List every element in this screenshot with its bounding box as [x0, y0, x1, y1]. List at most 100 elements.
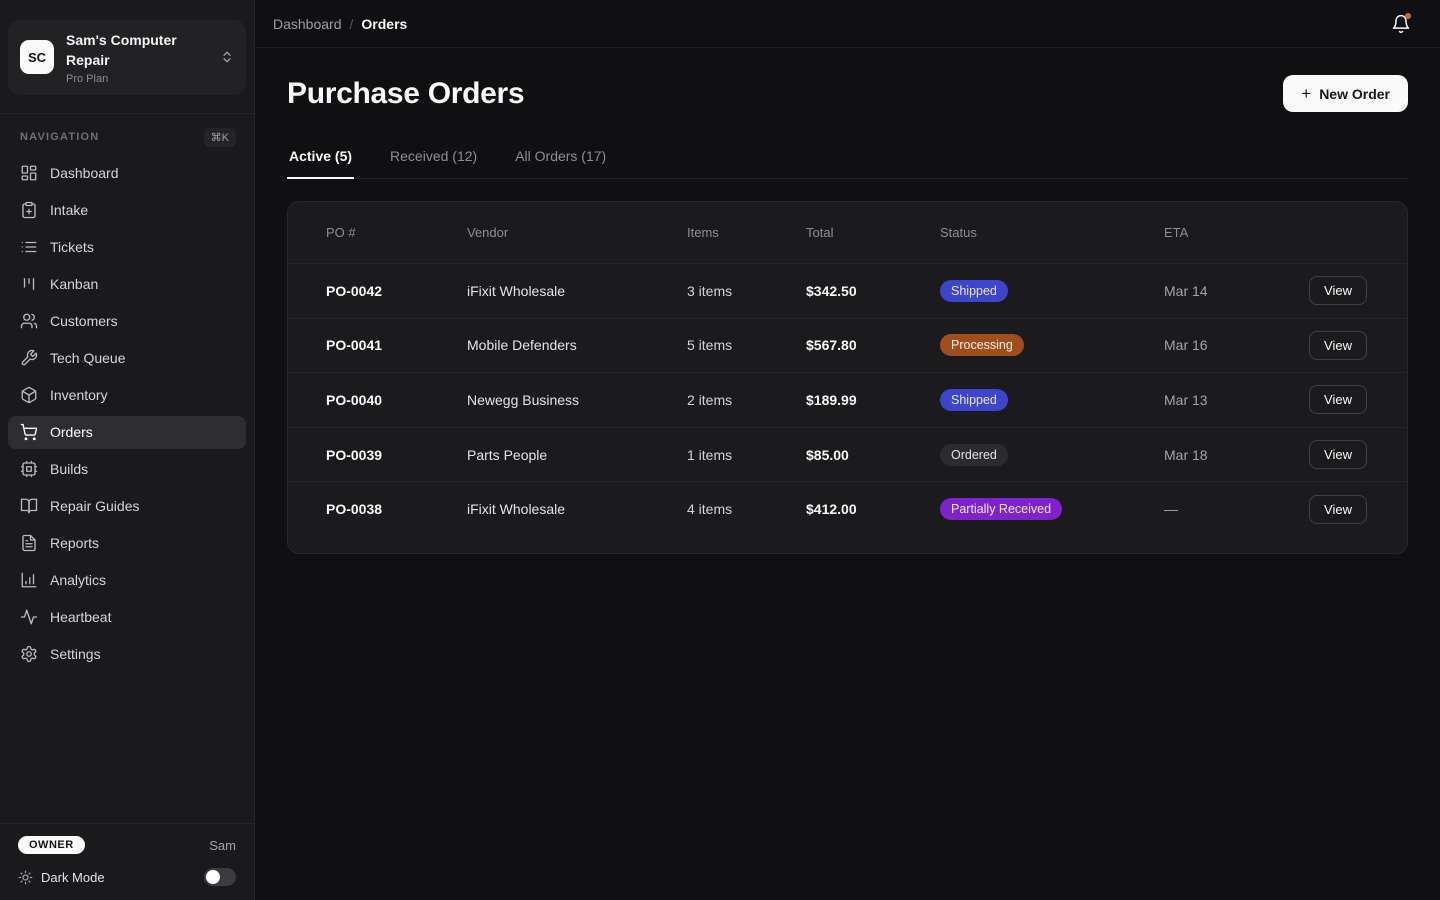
sidebar-item-label: Analytics — [50, 572, 106, 588]
status-badge: Processing — [940, 334, 1024, 356]
po-number: PO-0042 — [326, 283, 467, 299]
user-name: Sam — [209, 838, 236, 853]
notification-dot — [1405, 13, 1411, 19]
sidebar: SC Sam's Computer Repair Pro Plan NAVIGA… — [0, 0, 255, 900]
sidebar-item-label: Intake — [50, 202, 88, 218]
sidebar-item-label: Tech Queue — [50, 350, 126, 366]
breadcrumb-separator: / — [350, 16, 354, 32]
col-header-total: Total — [806, 225, 940, 240]
total: $342.50 — [806, 283, 940, 299]
view-button[interactable]: View — [1309, 440, 1367, 469]
sidebar-item-label: Kanban — [50, 276, 98, 292]
bar-chart-icon — [20, 571, 38, 589]
vendor: Mobile Defenders — [467, 337, 687, 353]
cart-icon — [20, 423, 38, 441]
view-button[interactable]: View — [1309, 331, 1367, 360]
dark-mode-toggle[interactable] — [204, 868, 236, 886]
workspace-name: Sam's Computer Repair — [66, 30, 208, 71]
sidebar-item-analytics[interactable]: Analytics — [8, 564, 246, 597]
items-count: 5 items — [687, 337, 806, 353]
cpu-icon — [20, 460, 38, 478]
sidebar-item-intake[interactable]: Intake — [8, 194, 246, 227]
vendor: iFixit Wholesale — [467, 501, 687, 517]
eta: Mar 18 — [1164, 447, 1278, 463]
file-text-icon — [20, 534, 38, 552]
sidebar-item-label: Tickets — [50, 239, 94, 255]
workspace-switcher[interactable]: SC Sam's Computer Repair Pro Plan — [8, 20, 246, 95]
view-button[interactable]: View — [1309, 495, 1367, 524]
gear-icon — [20, 645, 38, 663]
po-number: PO-0041 — [326, 337, 467, 353]
vendor: Newegg Business — [467, 392, 687, 408]
col-header-vendor: Vendor — [467, 225, 687, 240]
status-badge: Partially Received — [940, 498, 1062, 520]
sidebar-item-inventory[interactable]: Inventory — [8, 379, 246, 412]
role-badge: OWNER — [18, 836, 85, 854]
breadcrumb-dashboard[interactable]: Dashboard — [273, 16, 342, 32]
eta: Mar 16 — [1164, 337, 1278, 353]
clipboard-plus-icon — [20, 201, 38, 219]
sidebar-item-repair-guides[interactable]: Repair Guides — [8, 490, 246, 523]
table-row: PO-0038 iFixit Wholesale 4 items $412.00… — [288, 481, 1407, 536]
purchase-orders-table: PO # Vendor Items Total Status ETA PO-00… — [287, 201, 1408, 554]
package-icon — [20, 386, 38, 404]
sidebar-item-label: Settings — [50, 646, 101, 662]
items-count: 2 items — [687, 392, 806, 408]
table-bottom-padding — [288, 536, 1407, 553]
items-count: 3 items — [687, 283, 806, 299]
total: $567.80 — [806, 337, 940, 353]
sidebar-footer: OWNER Sam Dark Mode — [0, 823, 254, 900]
sidebar-item-label: Builds — [50, 461, 88, 477]
sidebar-item-label: Dashboard — [50, 165, 119, 181]
sidebar-item-heartbeat[interactable]: Heartbeat — [8, 601, 246, 634]
tab-all-orders[interactable]: All Orders (17) — [513, 140, 608, 178]
view-button[interactable]: View — [1309, 385, 1367, 414]
order-tabs: Active (5) Received (12) All Orders (17) — [287, 140, 1408, 179]
col-header-eta: ETA — [1164, 225, 1278, 240]
items-count: 1 items — [687, 447, 806, 463]
workspace-avatar: SC — [20, 40, 54, 74]
items-count: 4 items — [687, 501, 806, 517]
view-button[interactable]: View — [1309, 276, 1367, 305]
po-number: PO-0038 — [326, 501, 467, 517]
col-header-status: Status — [940, 225, 1164, 240]
po-number: PO-0039 — [326, 447, 467, 463]
tab-received[interactable]: Received (12) — [388, 140, 479, 178]
page-title: Purchase Orders — [287, 77, 524, 111]
sun-icon — [18, 870, 33, 885]
sidebar-item-builds[interactable]: Builds — [8, 453, 246, 486]
topbar: Dashboard / Orders — [255, 0, 1440, 48]
users-icon — [20, 312, 38, 330]
notifications-button[interactable] — [1384, 7, 1418, 41]
sidebar-item-kanban[interactable]: Kanban — [8, 268, 246, 301]
sidebar-item-label: Orders — [50, 424, 93, 440]
main-area: Dashboard / Orders Purchase Orders + New… — [255, 0, 1440, 900]
sidebar-item-tickets[interactable]: Tickets — [8, 231, 246, 264]
workspace-plan: Pro Plan — [66, 73, 208, 85]
sidebar-item-tech-queue[interactable]: Tech Queue — [8, 342, 246, 375]
kanban-icon — [20, 275, 38, 293]
sidebar-item-dashboard[interactable]: Dashboard — [8, 157, 246, 190]
sidebar-item-orders[interactable]: Orders — [8, 416, 246, 449]
command-k-shortcut[interactable]: ⌘K — [204, 128, 236, 147]
dashboard-icon — [20, 164, 38, 182]
sidebar-item-label: Reports — [50, 535, 99, 551]
eta: Mar 14 — [1164, 283, 1278, 299]
breadcrumb-current: Orders — [361, 16, 407, 32]
vendor: iFixit Wholesale — [467, 283, 687, 299]
dark-mode-label: Dark Mode — [41, 870, 105, 885]
sidebar-item-settings[interactable]: Settings — [8, 638, 246, 671]
tab-active[interactable]: Active (5) — [287, 140, 354, 178]
col-header-items: Items — [687, 225, 806, 240]
status-badge: Shipped — [940, 280, 1008, 302]
toggle-knob — [206, 870, 220, 884]
navigation-section-label: NAVIGATION — [20, 131, 99, 143]
eta: Mar 13 — [1164, 392, 1278, 408]
sidebar-item-reports[interactable]: Reports — [8, 527, 246, 560]
po-number: PO-0040 — [326, 392, 467, 408]
sidebar-item-label: Inventory — [50, 387, 108, 403]
sidebar-item-customers[interactable]: Customers — [8, 305, 246, 338]
plus-icon: + — [1301, 84, 1311, 104]
new-order-button[interactable]: + New Order — [1283, 75, 1408, 112]
new-order-label: New Order — [1319, 86, 1390, 102]
